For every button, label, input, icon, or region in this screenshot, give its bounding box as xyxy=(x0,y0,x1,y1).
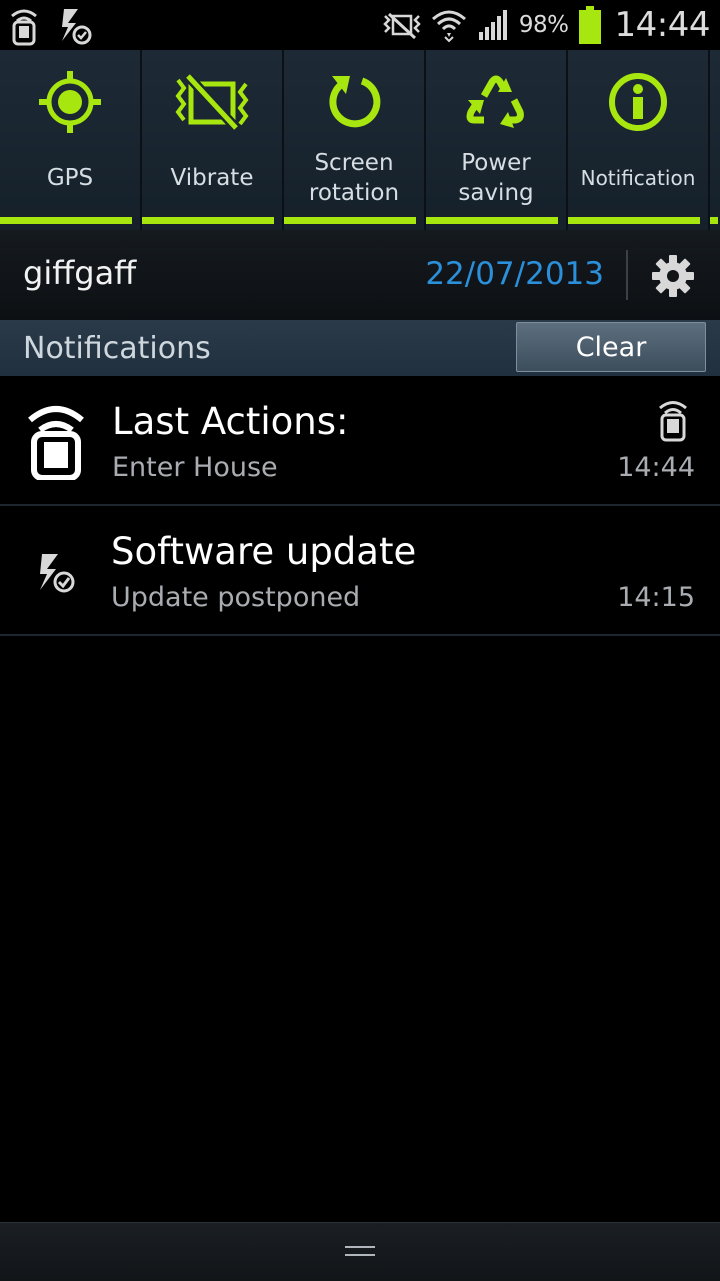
vibrate-label: Vibrate xyxy=(170,165,254,191)
notification-active-bar xyxy=(568,217,700,224)
notification-subtitle: Enter House xyxy=(112,452,278,483)
notification-title: Software update xyxy=(111,530,417,573)
smartphone-remote-small-icon xyxy=(659,401,687,442)
more-toggles-edge[interactable] xyxy=(710,50,720,230)
notification-toggle[interactable]: Notification xyxy=(568,50,710,230)
power-saving-text: Power saving xyxy=(458,150,534,206)
screen-rotation-toggle[interactable]: Screen rotation xyxy=(284,50,426,230)
vibrate-mode-icon xyxy=(383,12,421,40)
drag-handle-bar[interactable] xyxy=(0,1222,720,1281)
screen-rotation-text: Screen rotation xyxy=(308,150,400,206)
battery-icon xyxy=(578,6,601,44)
drag-handle-icon[interactable] xyxy=(345,1244,375,1258)
software-update-icon xyxy=(40,554,75,593)
recycle-icon xyxy=(466,75,524,128)
carrier-date-row: giffgaff 22/07/2013 xyxy=(0,230,720,320)
notifications-title: Notifications xyxy=(23,331,211,366)
screen-rotation-label: Screen rotation xyxy=(284,146,424,210)
battery-percent: 98% xyxy=(518,12,569,38)
divider xyxy=(626,250,628,300)
info-icon xyxy=(609,73,667,131)
notification-item-software-update[interactable]: Software update Update postponed 14:15 xyxy=(0,506,720,636)
date-text: 22/07/2013 xyxy=(425,256,604,292)
carrier-name: giffgaff xyxy=(23,254,137,292)
notification-subtitle: Update postponed xyxy=(111,582,361,613)
signal-icon xyxy=(478,10,507,40)
smartphone-remote-icon xyxy=(28,406,84,480)
vibrate-active-bar xyxy=(142,217,274,224)
notification-time: 14:15 xyxy=(617,582,695,613)
power-saving-active-bar xyxy=(426,217,558,224)
vibrate-toggle[interactable]: Vibrate xyxy=(142,50,284,230)
vibrate-icon xyxy=(175,72,249,132)
notifications-header: Notifications Clear xyxy=(0,320,720,376)
quick-settings-panel: GPS Vibrate Screen rotation Power saving… xyxy=(0,50,720,230)
gps-label: GPS xyxy=(46,165,94,191)
clear-button[interactable]: Clear xyxy=(516,322,706,372)
status-time: 14:44 xyxy=(614,5,711,45)
gps-active-bar xyxy=(0,217,132,224)
rotation-active-bar xyxy=(284,217,416,224)
smartphone-remote-icon xyxy=(11,9,37,46)
power-saving-label: Power saving xyxy=(426,146,566,210)
notification-title: Last Actions: xyxy=(112,400,349,443)
notification-item-last-actions[interactable]: Last Actions: Enter House 14:44 xyxy=(0,376,720,506)
power-saving-toggle[interactable]: Power saving xyxy=(426,50,568,230)
status-bar: 98% 14:44 xyxy=(0,0,720,50)
gps-icon xyxy=(39,71,101,133)
more-toggles-bar xyxy=(710,217,718,224)
notification-time: 14:44 xyxy=(617,452,695,483)
gps-toggle[interactable]: GPS xyxy=(0,50,142,230)
software-update-icon xyxy=(62,9,92,45)
rotation-icon xyxy=(329,76,381,128)
gear-icon[interactable] xyxy=(651,254,695,298)
notification-label: Notification xyxy=(580,166,696,190)
wifi-icon xyxy=(431,10,466,43)
